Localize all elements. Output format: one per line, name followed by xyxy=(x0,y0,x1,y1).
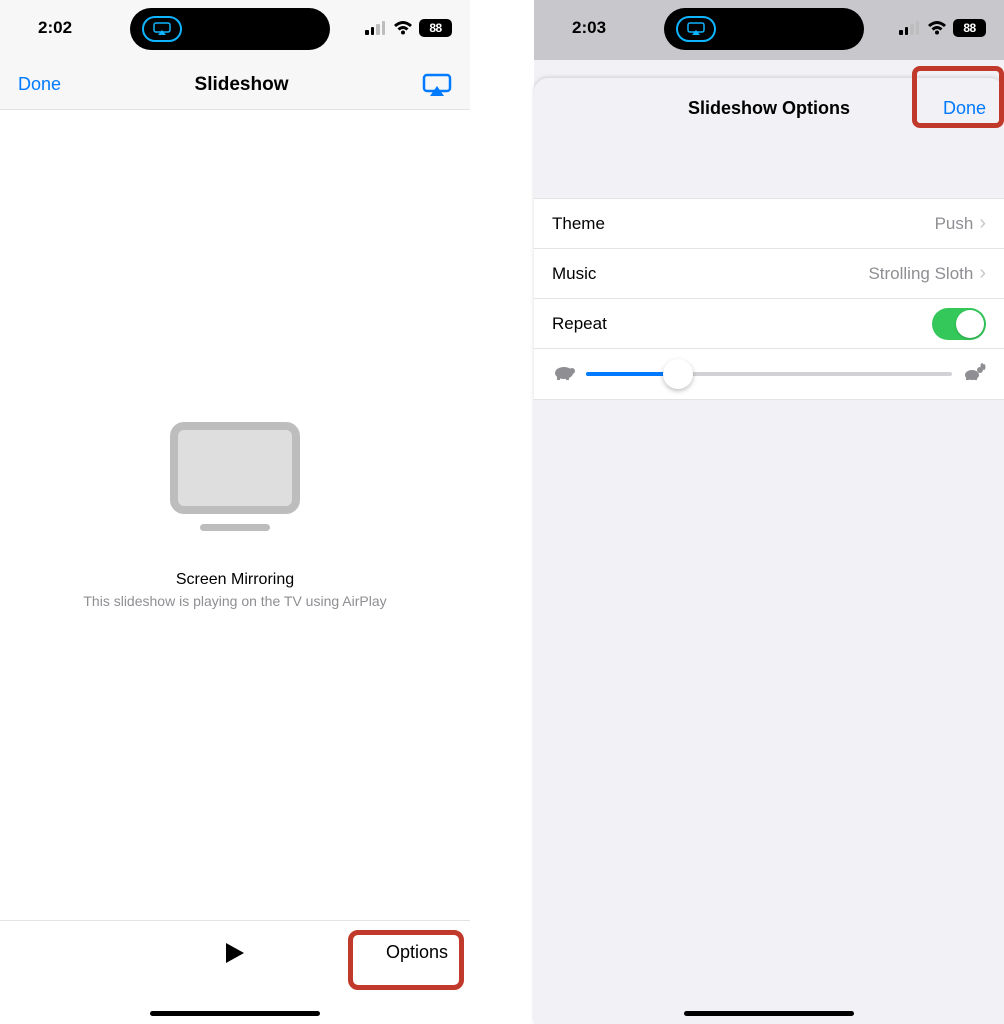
music-row[interactable]: Music Strolling Sloth › xyxy=(534,249,1004,299)
airplay-button[interactable] xyxy=(422,73,452,97)
turtle-icon xyxy=(552,363,576,386)
options-button[interactable]: Options xyxy=(386,942,448,963)
row-label: Music xyxy=(552,264,596,284)
row-label: Theme xyxy=(552,214,605,234)
sheet-title: Slideshow Options xyxy=(688,98,850,119)
status-bar: 2:03 88 xyxy=(534,0,1004,60)
tv-icon xyxy=(170,422,300,514)
nav-title: Slideshow xyxy=(195,74,289,96)
status-right: 88 xyxy=(365,18,452,38)
play-button[interactable] xyxy=(224,941,246,965)
chevron-right-icon: › xyxy=(979,212,986,235)
cellular-icon xyxy=(899,21,921,35)
main-content: Screen Mirroring This slideshow is playi… xyxy=(0,110,470,920)
done-button[interactable]: Done xyxy=(18,74,61,95)
theme-row[interactable]: Theme Push › xyxy=(534,199,1004,249)
wifi-icon xyxy=(927,18,947,38)
speed-slider[interactable] xyxy=(586,372,952,376)
left-screenshot: 2:02 88 Done Slideshow Screen Mirroring xyxy=(0,0,470,1024)
status-bar: 2:02 88 xyxy=(0,0,470,60)
repeat-toggle[interactable] xyxy=(932,308,986,340)
speed-slider-row xyxy=(534,349,1004,399)
status-time: 2:03 xyxy=(572,18,606,38)
battery-icon: 88 xyxy=(953,19,986,37)
sheet-header: Slideshow Options Done xyxy=(534,78,1004,138)
dynamic-island xyxy=(664,8,864,50)
battery-icon: 88 xyxy=(419,19,452,37)
row-label: Repeat xyxy=(552,314,607,334)
airplay-indicator-icon xyxy=(142,16,182,42)
options-list: Theme Push › Music Strolling Sloth › xyxy=(534,198,1004,400)
mirroring-title: Screen Mirroring xyxy=(176,571,294,589)
row-value: Push › xyxy=(935,212,986,235)
home-indicator[interactable] xyxy=(150,1011,320,1016)
tv-stand-icon xyxy=(200,524,270,531)
cellular-icon xyxy=(365,21,387,35)
chevron-right-icon: › xyxy=(979,262,986,285)
mirroring-subtitle: This slideshow is playing on the TV usin… xyxy=(83,593,386,609)
done-button[interactable]: Done xyxy=(943,98,986,119)
wifi-icon xyxy=(393,18,413,38)
airplay-indicator-icon xyxy=(676,16,716,42)
home-indicator[interactable] xyxy=(684,1011,854,1016)
nav-bar: Done Slideshow xyxy=(0,60,470,110)
status-right: 88 xyxy=(899,18,986,38)
row-value: Strolling Sloth › xyxy=(868,262,986,285)
dynamic-island xyxy=(130,8,330,50)
bottom-toolbar: Options xyxy=(0,920,470,984)
repeat-row: Repeat xyxy=(534,299,1004,349)
options-sheet: Slideshow Options Done Theme Push › Musi… xyxy=(534,78,1004,1024)
slider-thumb[interactable] xyxy=(663,359,693,389)
right-screenshot: 2:03 88 Slideshow Options Done xyxy=(534,0,1004,1024)
rabbit-icon xyxy=(962,363,986,386)
status-time: 2:02 xyxy=(38,18,72,38)
